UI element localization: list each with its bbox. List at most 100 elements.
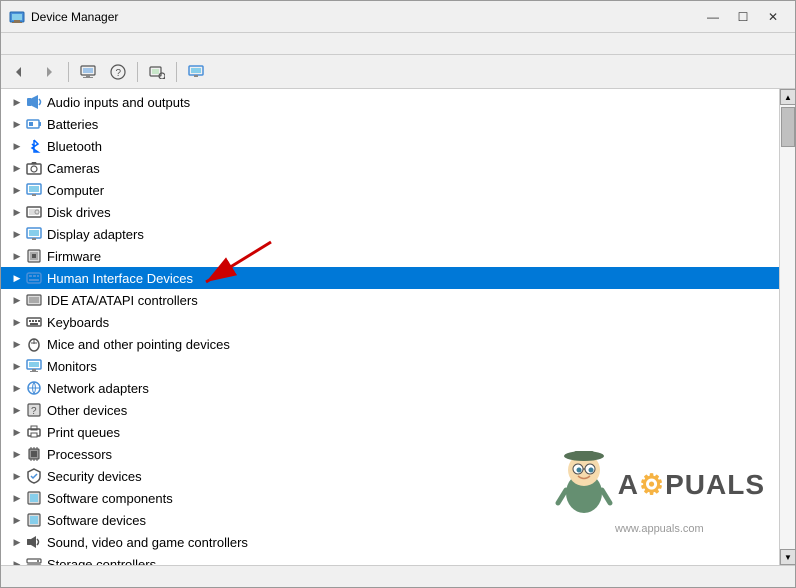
- device-label-firmware: Firmware: [47, 249, 101, 264]
- menu-bar: [1, 33, 795, 55]
- expand-arrow-software_components[interactable]: ▶: [9, 490, 25, 506]
- device-icon-bluetooth: [25, 137, 43, 155]
- scroll-up-button[interactable]: ▲: [780, 89, 795, 105]
- device-label-ideata: IDE ATA/ATAPI controllers: [47, 293, 198, 308]
- expand-arrow-cameras[interactable]: ▶: [9, 160, 25, 176]
- window-title: Device Manager: [31, 10, 699, 24]
- expand-arrow-hid[interactable]: ▶: [9, 270, 25, 286]
- device-label-computer: Computer: [47, 183, 104, 198]
- device-label-storage: Storage controllers: [47, 557, 156, 566]
- toolbar-back-button[interactable]: [5, 59, 33, 85]
- expand-arrow-monitors[interactable]: ▶: [9, 358, 25, 374]
- tree-item-displayadapters[interactable]: ▶Display adapters: [1, 223, 779, 245]
- tree-item-audio[interactable]: ▶ Audio inputs and outputs: [1, 91, 779, 113]
- title-bar: Device Manager — ☐ ✕: [1, 1, 795, 33]
- tree-item-batteries[interactable]: ▶ Batteries: [1, 113, 779, 135]
- device-icon-software_devices: [25, 511, 43, 529]
- device-label-processors: Processors: [47, 447, 112, 462]
- minimize-button[interactable]: —: [699, 6, 727, 28]
- device-label-other: Other devices: [47, 403, 127, 418]
- device-icon-other: ?: [25, 401, 43, 419]
- device-label-sound: Sound, video and game controllers: [47, 535, 248, 550]
- device-label-mice: Mice and other pointing devices: [47, 337, 230, 352]
- tree-item-ideata[interactable]: ▶ IDE ATA/ATAPI controllers: [1, 289, 779, 311]
- expand-arrow-keyboards[interactable]: ▶: [9, 314, 25, 330]
- toolbar-separator-2: [137, 62, 138, 82]
- tree-item-hid[interactable]: ▶Human Interface Devices: [1, 267, 779, 289]
- tree-item-monitors[interactable]: ▶ Monitors: [1, 355, 779, 377]
- mascot-icon: [554, 448, 614, 518]
- toolbar-monitor-button[interactable]: [182, 59, 210, 85]
- device-icon-sound: [25, 533, 43, 551]
- scroll-thumb[interactable]: [781, 107, 795, 147]
- tree-item-network[interactable]: ▶ Network adapters: [1, 377, 779, 399]
- device-label-security: Security devices: [47, 469, 142, 484]
- watermark-site: www.appuals.com: [615, 523, 704, 535]
- expand-arrow-other[interactable]: ▶: [9, 402, 25, 418]
- device-label-bluetooth: Bluetooth: [47, 139, 102, 154]
- device-label-monitors: Monitors: [47, 359, 97, 374]
- svg-text:?: ?: [116, 68, 122, 79]
- tree-item-print[interactable]: ▶ Print queues: [1, 421, 779, 443]
- device-icon-security: [25, 467, 43, 485]
- tree-item-mice[interactable]: ▶ Mice and other pointing devices: [1, 333, 779, 355]
- toolbar-forward-button[interactable]: [35, 59, 63, 85]
- expand-arrow-diskdrives[interactable]: ▶: [9, 204, 25, 220]
- scroll-track[interactable]: [780, 105, 795, 549]
- window-controls: — ☐ ✕: [699, 6, 787, 28]
- expand-arrow-storage[interactable]: ▶: [9, 556, 25, 565]
- device-icon-diskdrives: [25, 203, 43, 221]
- tree-item-firmware[interactable]: ▶ Firmware: [1, 245, 779, 267]
- tree-item-bluetooth[interactable]: ▶ Bluetooth: [1, 135, 779, 157]
- device-label-software_components: Software components: [47, 491, 173, 506]
- toolbar-help-button[interactable]: ?: [104, 59, 132, 85]
- expand-arrow-sound[interactable]: ▶: [9, 534, 25, 550]
- tree-item-keyboards[interactable]: ▶ Keyboards: [1, 311, 779, 333]
- svg-text:?: ?: [31, 406, 37, 417]
- tree-item-other[interactable]: ▶? Other devices: [1, 399, 779, 421]
- tree-item-cameras[interactable]: ▶Cameras: [1, 157, 779, 179]
- scrollbar[interactable]: ▲ ▼: [779, 89, 795, 565]
- toolbar: ?: [1, 55, 795, 89]
- expand-arrow-batteries[interactable]: ▶: [9, 116, 25, 132]
- expand-arrow-print[interactable]: ▶: [9, 424, 25, 440]
- expand-arrow-network[interactable]: ▶: [9, 380, 25, 396]
- device-label-keyboards: Keyboards: [47, 315, 109, 330]
- device-manager-window: Device Manager — ☐ ✕: [0, 0, 796, 588]
- expand-arrow-processors[interactable]: ▶: [9, 446, 25, 462]
- tree-item-computer[interactable]: ▶ Computer: [1, 179, 779, 201]
- device-icon-print: [25, 423, 43, 441]
- watermark-logo-text: A⚙PUALS: [618, 468, 765, 501]
- status-bar: [1, 565, 795, 587]
- window-icon: [9, 9, 25, 25]
- device-icon-batteries: [25, 115, 43, 133]
- expand-arrow-ideata[interactable]: ▶: [9, 292, 25, 308]
- expand-arrow-computer[interactable]: ▶: [9, 182, 25, 198]
- expand-arrow-firmware[interactable]: ▶: [9, 248, 25, 264]
- expand-arrow-bluetooth[interactable]: ▶: [9, 138, 25, 154]
- device-label-print: Print queues: [47, 425, 120, 440]
- device-icon-monitors: [25, 357, 43, 375]
- device-icon-firmware: [25, 247, 43, 265]
- device-icon-processors: [25, 445, 43, 463]
- expand-arrow-audio[interactable]: ▶: [9, 94, 25, 110]
- tree-item-storage[interactable]: ▶ Storage controllers: [1, 553, 779, 565]
- close-button[interactable]: ✕: [759, 6, 787, 28]
- content-area: ▶ Audio inputs and outputs ▶ Batteries ▶ Blue…: [1, 89, 795, 565]
- tree-item-diskdrives[interactable]: ▶Disk drives: [1, 201, 779, 223]
- toolbar-computer-button[interactable]: [74, 59, 102, 85]
- maximize-button[interactable]: ☐: [729, 6, 757, 28]
- expand-arrow-displayadapters[interactable]: ▶: [9, 226, 25, 242]
- device-icon-mice: [25, 335, 43, 353]
- device-label-audio: Audio inputs and outputs: [47, 95, 190, 110]
- expand-arrow-software_devices[interactable]: ▶: [9, 512, 25, 528]
- toolbar-scan-button[interactable]: [143, 59, 171, 85]
- expand-arrow-mice[interactable]: ▶: [9, 336, 25, 352]
- expand-arrow-security[interactable]: ▶: [9, 468, 25, 484]
- toolbar-separator-3: [176, 62, 177, 82]
- scroll-down-button[interactable]: ▼: [780, 549, 795, 565]
- device-label-network: Network adapters: [47, 381, 149, 396]
- device-icon-displayadapters: [25, 225, 43, 243]
- device-label-batteries: Batteries: [47, 117, 98, 132]
- device-icon-ideata: [25, 291, 43, 309]
